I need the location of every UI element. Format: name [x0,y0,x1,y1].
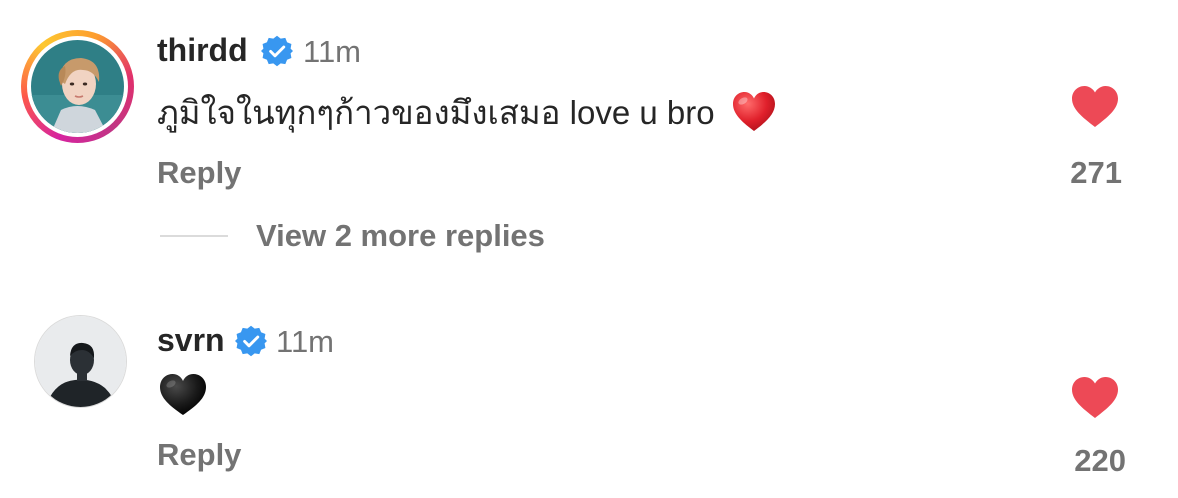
comment-item: thirdd 11m ภูมิใจในทุกๆก้าวของมึงเสมอ lo… [0,0,1178,200]
comment-text [159,372,207,418]
view-more-replies-label: View 2 more replies [256,218,545,253]
comment-username[interactable]: thirdd [157,32,248,69]
comment-text-content: ภูมิใจในทุกๆก้าวของมึงเสมอ love u bro [157,93,715,131]
reply-button[interactable]: Reply [157,155,241,191]
comment-timestamp: 11m [303,34,362,69]
like-count: 271 [1070,155,1122,190]
comment-item: svrn 11m Reply 220 [0,300,1178,498]
heart-filled-icon[interactable] [1071,85,1119,129]
replies-divider-line [160,235,228,237]
like-count: 220 [1074,443,1126,478]
comment-timestamp: 11m [276,324,335,359]
avatar-story-ring[interactable] [21,30,134,143]
comment-username[interactable]: svrn [157,322,225,359]
comment-text: ภูมิใจในทุกๆก้าวของมึงเสมอ love u bro [157,91,776,133]
black-heart-emoji-icon [160,374,206,415]
avatar [31,40,124,133]
view-more-replies-button[interactable]: View 2 more replies [160,218,545,254]
red-heart-emoji-icon [732,92,775,131]
verified-badge-icon [235,325,267,357]
avatar[interactable] [34,315,127,408]
heart-filled-icon[interactable] [1071,376,1119,420]
verified-badge-icon [261,35,293,67]
reply-button[interactable]: Reply [157,437,241,473]
